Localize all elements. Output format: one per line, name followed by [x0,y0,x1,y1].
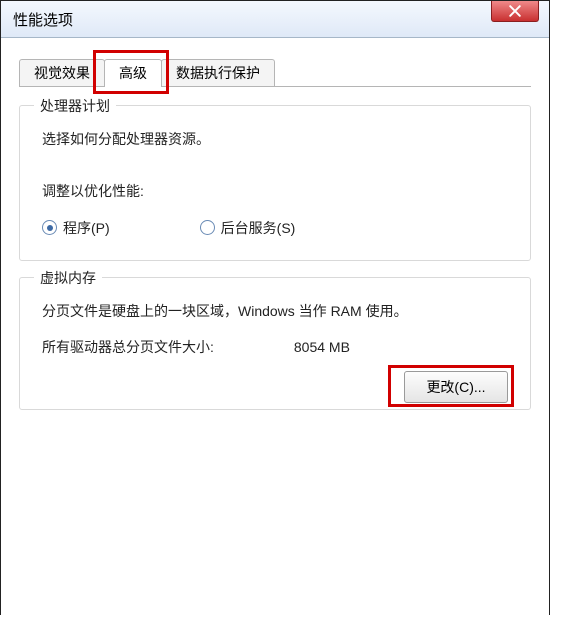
processor-description: 选择如何分配处理器资源。 [42,128,508,152]
title-bar: 性能选项 [1,1,549,38]
radio-dot-background [200,220,215,235]
total-paging-value: 8054 MB [294,339,350,355]
group-legend-virtual-memory: 虚拟内存 [34,268,102,288]
radio-label-programs: 程序(P) [63,218,110,238]
close-icon [509,5,521,17]
virtual-memory-button-row: 更改(C)... [42,371,508,403]
radio-dot-programs [42,220,57,235]
performance-options-window: 性能选项 视觉效果 高级 数据执行保护 处理器计划 选择如何分配处理器资源。 调… [0,0,550,615]
tab-strip: 视觉效果 高级 数据执行保护 [19,56,531,87]
group-legend-processor: 处理器计划 [34,96,116,116]
change-button[interactable]: 更改(C)... [404,371,508,403]
close-button[interactable] [491,1,539,22]
total-paging-row: 所有驱动器总分页文件大小: 8054 MB [42,337,508,357]
window-title: 性能选项 [13,9,73,30]
processor-radio-row: 程序(P) 后台服务(S) [42,218,508,238]
virtual-memory-description: 分页文件是硬盘上的一块区域，Windows 当作 RAM 使用。 [42,300,508,324]
tab-visual-effects[interactable]: 视觉效果 [19,59,105,86]
total-paging-label: 所有驱动器总分页文件大小: [42,337,214,357]
client-area: 视觉效果 高级 数据执行保护 处理器计划 选择如何分配处理器资源。 调整以优化性… [1,38,549,615]
adjust-label: 调整以优化性能: [42,180,508,204]
tab-panel-advanced: 处理器计划 选择如何分配处理器资源。 调整以优化性能: 程序(P) 后台服务(S… [19,87,531,410]
radio-label-background: 后台服务(S) [221,218,296,238]
tab-dep[interactable]: 数据执行保护 [161,59,275,86]
radio-background[interactable]: 后台服务(S) [200,218,296,238]
group-processor-scheduling: 处理器计划 选择如何分配处理器资源。 调整以优化性能: 程序(P) 后台服务(S… [19,105,531,261]
group-virtual-memory: 虚拟内存 分页文件是硬盘上的一块区域，Windows 当作 RAM 使用。 所有… [19,277,531,411]
radio-programs[interactable]: 程序(P) [42,218,110,238]
tab-advanced[interactable]: 高级 [104,59,162,87]
